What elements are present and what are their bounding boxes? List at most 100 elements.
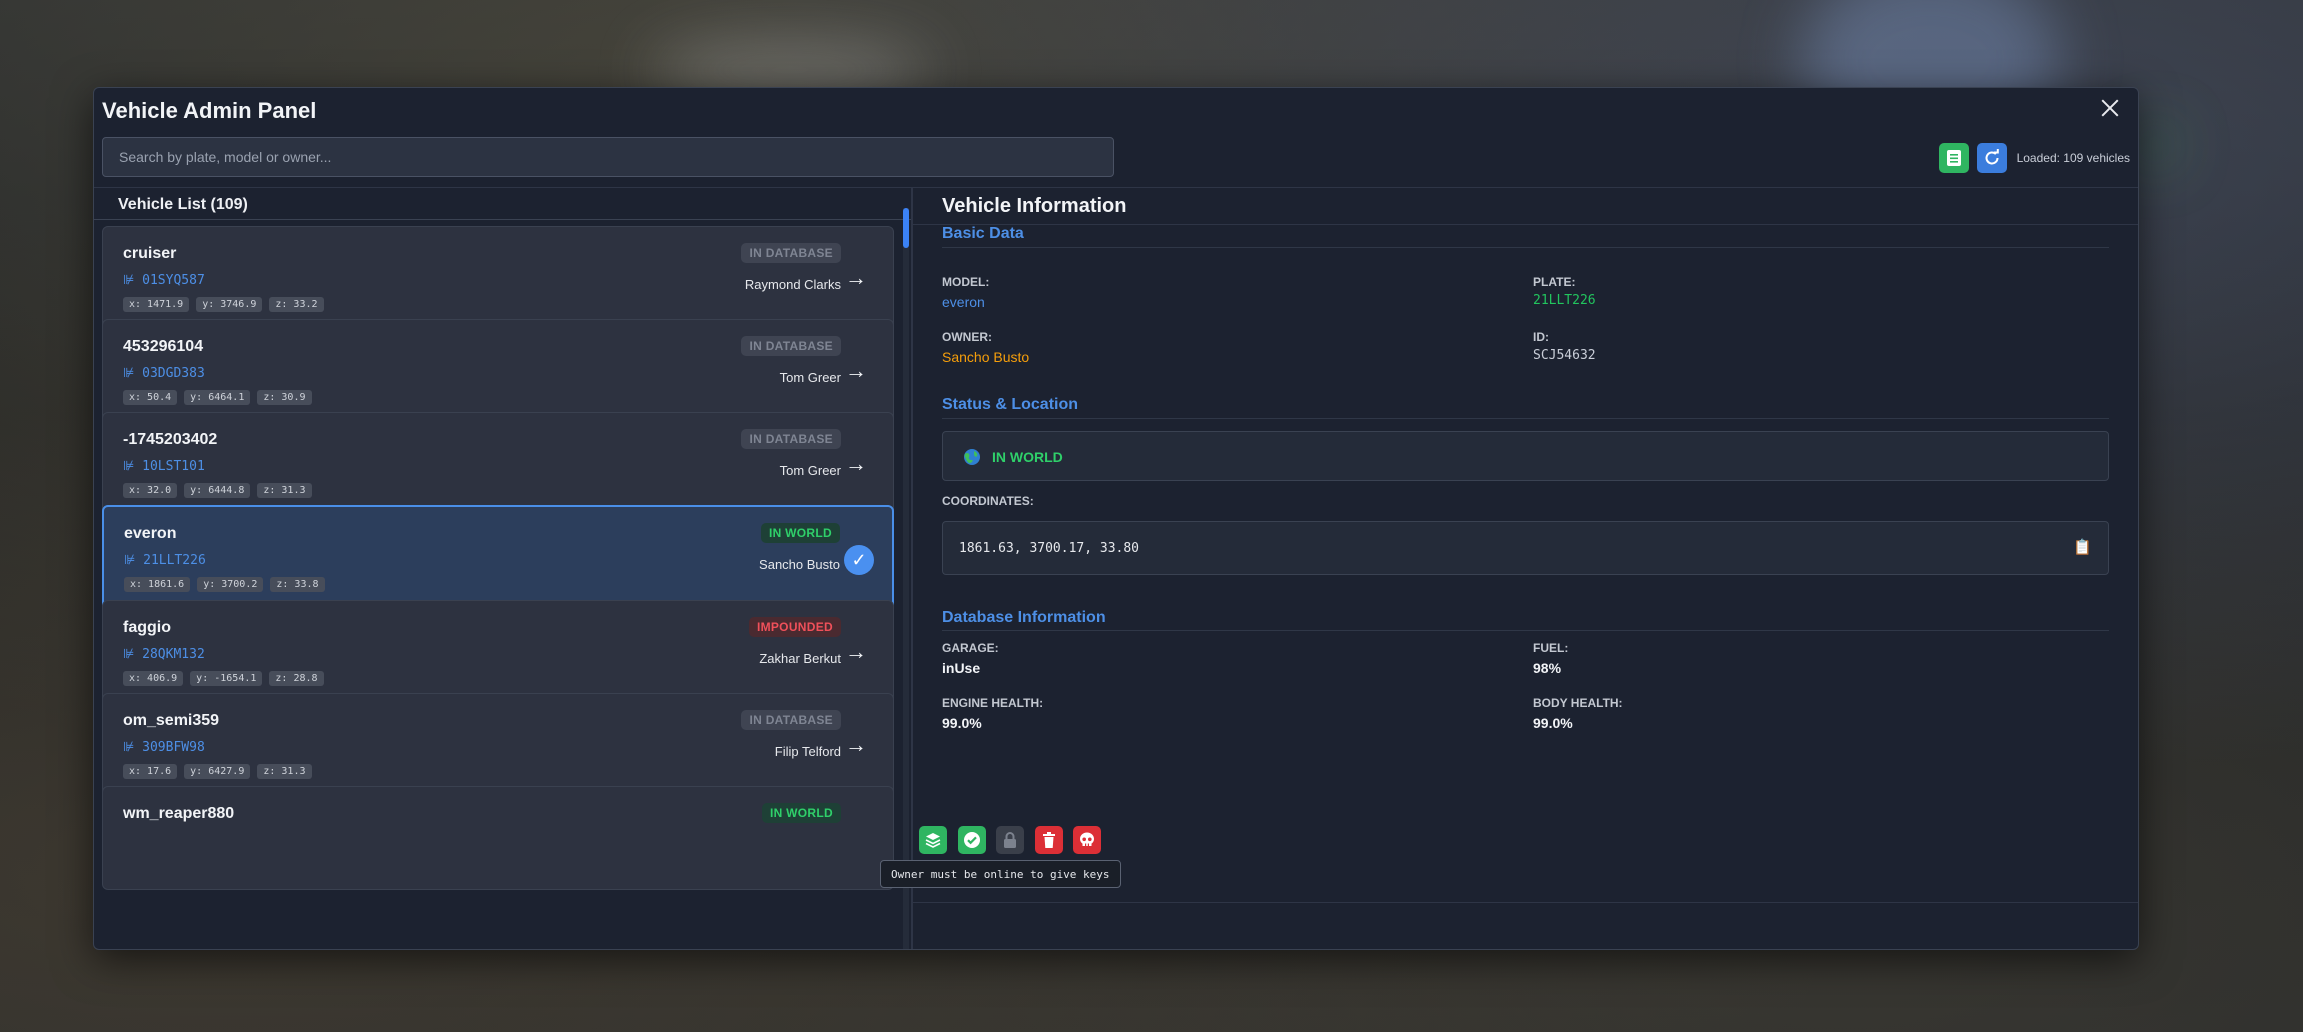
check-circle-icon[interactable]	[958, 826, 986, 854]
skull-icon[interactable]	[1073, 826, 1101, 854]
section-title-status: Status & Location	[942, 396, 1079, 413]
vehicle-owner: Tom Greer	[779, 463, 841, 478]
status-badge: IN WORLD	[760, 523, 840, 543]
divider	[942, 630, 2109, 631]
coord-x-chip: x: 32.0	[123, 483, 178, 498]
coord-x-chip: x: 17.6	[123, 764, 178, 779]
vehicle-model: -1745203402	[123, 431, 218, 448]
globe-icon	[963, 448, 981, 471]
engine-health-value: 99.0%	[942, 715, 982, 731]
list-icon[interactable]	[1939, 143, 1969, 173]
vehicle-model: cruiser	[123, 245, 177, 262]
vehicle-plate: ⊯ 03DGD383	[123, 366, 205, 381]
arrow-right-icon: →	[845, 451, 867, 476]
vehicle-plate: ⊯ 309BFW98	[123, 740, 205, 755]
coord-x-chip: x: 1861.6	[124, 577, 191, 592]
coord-z-chip: z: 28.8	[269, 671, 324, 686]
vehicle-plate: ⊯ 10LST101	[123, 459, 205, 474]
vehicle-owner: Filip Telford	[774, 744, 841, 759]
vehicle-card[interactable]: faggio ⊯ 28QKM132 x: 406.9 y: -1654.1 z:…	[102, 600, 894, 704]
section-title-database: Database Information	[942, 609, 1106, 626]
vehicle-card[interactable]: -1745203402 ⊯ 10LST101 x: 32.0 y: 6444.8…	[102, 412, 894, 516]
coord-y-chip: y: -1654.1	[190, 671, 263, 686]
vehicle-owner: Raymond Clarks	[744, 277, 841, 292]
id-value: SCJ54632	[1533, 348, 1596, 363]
vehicle-model: 453296104	[123, 338, 204, 355]
close-icon[interactable]	[2098, 96, 2122, 120]
panel-title: Vehicle Admin Panel	[102, 98, 317, 123]
section-title-basic: Basic Data	[942, 225, 1024, 242]
garage-label: GARAGE:	[942, 641, 999, 655]
scrollbar-track[interactable]	[903, 208, 909, 949]
vehicle-list: Vehicle List (109) cruiser ⊯ 01SYQ587 x:…	[94, 188, 911, 949]
vehicle-plate-text: 01SYQ587	[142, 273, 205, 288]
vehicle-admin-panel: Vehicle Admin Panel Loaded: 109 vehicles…	[93, 87, 2139, 950]
coordinates-value: 1861.63, 3700.17, 33.80	[959, 541, 1140, 556]
vehicle-card[interactable]: 453296104 ⊯ 03DGD383 x: 50.4 y: 6464.1 z…	[102, 319, 894, 423]
coord-y-chip: y: 3746.9	[196, 297, 263, 312]
vehicle-card-selected[interactable]: everon ⊯ 21LLT226 x: 1861.6 y: 3700.2 z:…	[102, 505, 894, 611]
copy-icon[interactable]: 📋	[2073, 538, 2092, 556]
layers-icon[interactable]	[919, 826, 947, 854]
coord-x-chip: x: 50.4	[123, 390, 178, 405]
status-badge: IN DATABASE	[741, 243, 841, 263]
plate-icon: ⊯	[124, 553, 144, 568]
coords-chips: x: 1471.9 y: 3746.9 z: 33.2	[123, 297, 324, 312]
coord-y-chip: y: 3700.2	[197, 577, 264, 592]
vehicle-model: everon	[124, 525, 177, 542]
coord-x-chip: x: 1471.9	[123, 297, 190, 312]
tooltip: Owner must be online to give keys	[880, 860, 1121, 888]
plate-value: 21LLT226	[1533, 293, 1596, 308]
plate-label: PLATE:	[1533, 275, 1576, 289]
status-state: IN WORLD	[992, 449, 1063, 465]
coord-z-chip: z: 31.3	[257, 764, 312, 779]
vehicle-card[interactable]: cruiser ⊯ 01SYQ587 x: 1471.9 y: 3746.9 z…	[102, 226, 894, 330]
divider	[913, 224, 2138, 225]
coords-chips: x: 406.9 y: -1654.1 z: 28.8	[123, 671, 324, 686]
vehicle-plate: ⊯ 28QKM132	[123, 647, 205, 662]
plate-icon: ⊯	[123, 647, 143, 662]
coordinates-box: 1861.63, 3700.17, 33.80 📋	[942, 521, 2109, 575]
body-health-value: 99.0%	[1533, 715, 1573, 731]
owner-value: Sancho Busto	[942, 349, 1030, 365]
coord-y-chip: y: 6444.8	[184, 483, 251, 498]
coord-x-chip: x: 406.9	[123, 671, 184, 686]
model-value: everon	[942, 294, 985, 310]
plate-icon: ⊯	[123, 273, 143, 288]
vehicle-plate-text: 03DGD383	[142, 366, 205, 381]
vehicle-model: wm_reaper880	[123, 805, 235, 822]
arrow-right-icon: →	[845, 639, 867, 664]
coords-chips: x: 1861.6 y: 3700.2 z: 33.8	[124, 577, 325, 592]
vehicle-plate: ⊯ 21LLT226	[124, 553, 206, 568]
refresh-icon[interactable]	[1977, 143, 2007, 173]
search-input[interactable]	[102, 137, 1114, 177]
vehicle-card[interactable]: wm_reaper880 IN WORLD	[102, 786, 894, 890]
coords-chips: x: 32.0 y: 6444.8 z: 31.3	[123, 483, 312, 498]
fuel-value: 98%	[1533, 660, 1562, 676]
body-health-label: BODY HEALTH:	[1533, 696, 1623, 710]
status-badge: IMPOUNDED	[748, 617, 841, 637]
title-bar: Vehicle Admin Panel	[94, 88, 2138, 128]
plate-icon: ⊯	[123, 740, 143, 755]
divider	[942, 418, 2109, 419]
lock-icon[interactable]	[996, 826, 1024, 854]
loaded-count: Loaded: 109 vehicles	[2016, 151, 2130, 165]
coord-z-chip: z: 33.8	[270, 577, 325, 592]
scrollbar-thumb[interactable]	[903, 208, 909, 248]
trash-icon[interactable]	[1035, 826, 1063, 854]
coords-chips: x: 17.6 y: 6427.9 z: 31.3	[123, 764, 312, 779]
info-heading: Vehicle Information	[942, 195, 1127, 217]
background-blur	[2140, 130, 2170, 160]
vehicle-plate-text: 309BFW98	[142, 740, 205, 755]
plate-icon: ⊯	[123, 366, 143, 381]
coord-y-chip: y: 6464.1	[184, 390, 251, 405]
coord-z-chip: z: 31.3	[257, 483, 312, 498]
divider	[942, 247, 2109, 248]
coordinates-label: COORDINATES:	[942, 494, 1034, 508]
vehicle-model: om_semi359	[123, 712, 220, 729]
vehicle-owner: Tom Greer	[779, 370, 841, 385]
fuel-label: FUEL:	[1533, 641, 1569, 655]
vehicle-list-heading: Vehicle List (109)	[118, 196, 248, 213]
vehicle-card[interactable]: om_semi359 ⊯ 309BFW98 x: 17.6 y: 6427.9 …	[102, 693, 894, 797]
coord-z-chip: z: 30.9	[257, 390, 312, 405]
